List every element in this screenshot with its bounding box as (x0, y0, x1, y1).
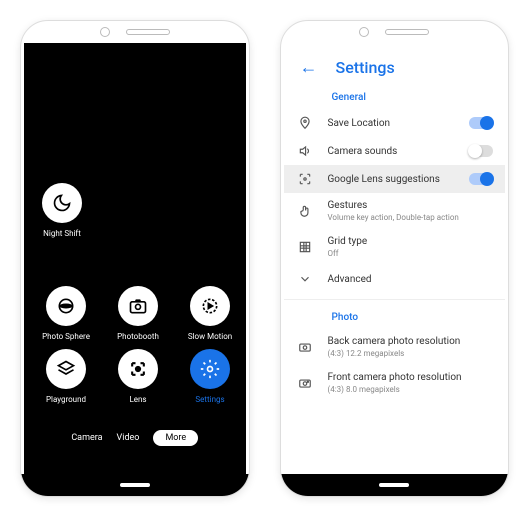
phone-speaker (281, 21, 509, 43)
camera-icon (118, 286, 158, 326)
row-back-camera-res[interactable]: Back camera photo resolution(4:3) 12.2 m… (284, 329, 506, 365)
mode-video[interactable]: Video (117, 433, 140, 443)
mode-night-shift[interactable]: Night Shift (42, 183, 82, 238)
mode-camera[interactable]: Camera (71, 433, 102, 443)
row-save-location[interactable]: Save Location (284, 109, 506, 137)
page-title: Settings (336, 58, 395, 77)
location-icon (296, 116, 314, 130)
gesture-icon (296, 204, 314, 218)
mode-lens[interactable]: Lens (106, 349, 170, 404)
row-camera-sounds[interactable]: Camera sounds (284, 137, 506, 165)
camera-screen: Night Shift Photo Sphere Photobooth Slow… (24, 43, 246, 474)
mode-photobooth[interactable]: Photobooth (106, 286, 170, 341)
sphere-icon (46, 286, 86, 326)
lens-icon (118, 349, 158, 389)
toggle-sounds[interactable] (469, 145, 493, 157)
row-grid-type[interactable]: Grid typeOff (284, 229, 506, 265)
divider (284, 299, 506, 300)
row-front-camera-res[interactable]: Front camera photo resolution(4:3) 8.0 m… (284, 365, 506, 401)
night-shift-label: Night Shift (43, 229, 81, 238)
sound-icon (296, 144, 314, 158)
phone-camera: Night Shift Photo Sphere Photobooth Slow… (20, 20, 250, 497)
phone-settings: ← Settings General Save Location Camera … (280, 20, 510, 497)
toggle-lens[interactable] (469, 173, 493, 185)
camera-front-icon (296, 376, 314, 390)
moon-icon (42, 183, 82, 223)
section-general: General (284, 86, 506, 109)
camera-modes-grid: Photo Sphere Photobooth Slow Motion Play… (34, 286, 236, 404)
nav-bar[interactable] (281, 474, 509, 496)
back-arrow-icon[interactable]: ← (300, 57, 318, 78)
mode-slow-motion[interactable]: Slow Motion (178, 286, 242, 341)
capture-modes: Camera Video More (24, 430, 246, 446)
section-photo: Photo (284, 306, 506, 329)
lens-icon (296, 172, 314, 186)
row-gestures[interactable]: GesturesVolume key action, Double-tap ac… (284, 193, 506, 229)
playground-icon (46, 349, 86, 389)
mode-settings[interactable]: Settings (178, 349, 242, 404)
row-advanced[interactable]: Advanced (284, 265, 506, 293)
gear-icon (190, 349, 230, 389)
mode-playground[interactable]: Playground (34, 349, 98, 404)
mode-more[interactable]: More (153, 430, 198, 446)
settings-header: ← Settings (284, 43, 506, 86)
camera-back-icon (296, 340, 314, 354)
chevron-down-icon (296, 272, 314, 286)
toggle-location[interactable] (469, 117, 493, 129)
settings-screen: ← Settings General Save Location Camera … (284, 43, 506, 474)
row-lens-suggestions[interactable]: Google Lens suggestions (284, 165, 506, 193)
slowmo-icon (190, 286, 230, 326)
mode-photo-sphere[interactable]: Photo Sphere (34, 286, 98, 341)
nav-bar[interactable] (21, 474, 249, 496)
grid-icon (296, 240, 314, 254)
phone-speaker (21, 21, 249, 43)
